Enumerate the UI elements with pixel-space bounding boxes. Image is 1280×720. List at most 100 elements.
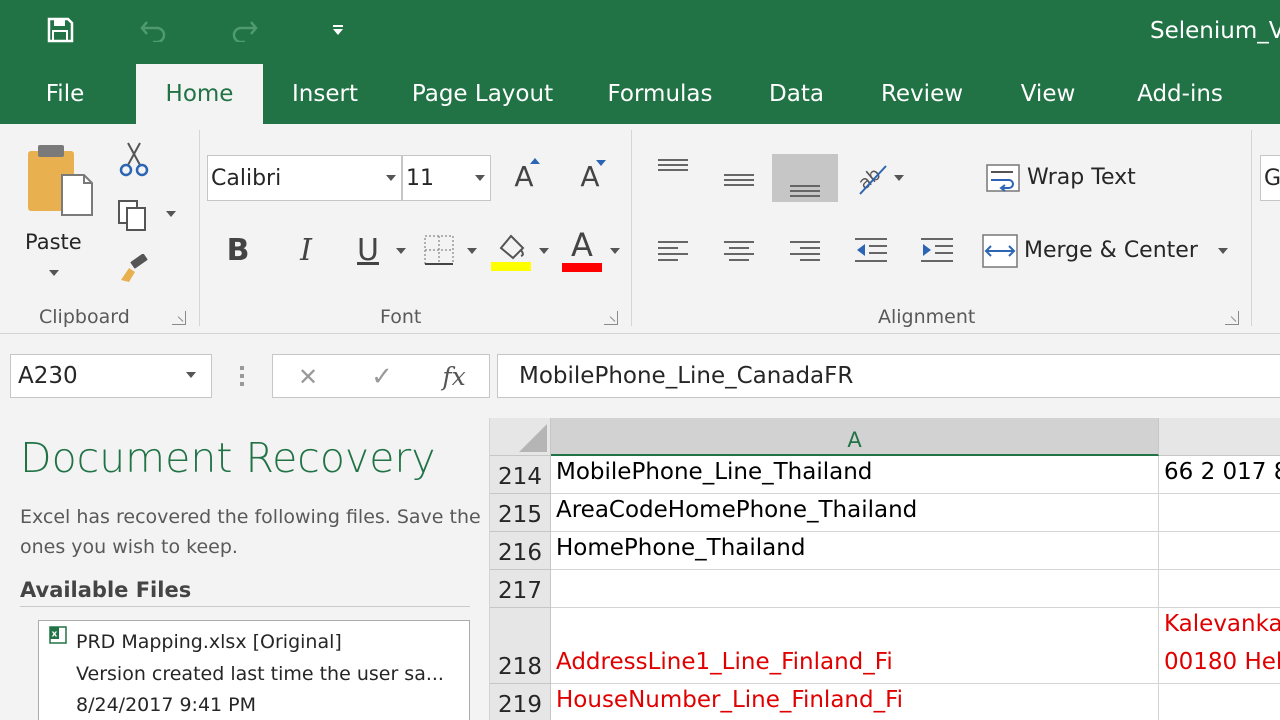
number-format-value: G (1264, 165, 1280, 191)
paste-icon[interactable] (20, 140, 100, 220)
clipboard-launcher-icon[interactable] (172, 311, 186, 325)
tab-data[interactable]: Data (760, 64, 833, 124)
formula-bar-grip[interactable] (240, 366, 244, 386)
align-center-icon[interactable] (718, 237, 760, 265)
decrease-indent-icon[interactable] (850, 235, 892, 267)
wrap-text-label[interactable]: Wrap Text (1027, 165, 1136, 190)
customize-quick-access-icon[interactable] (318, 10, 358, 50)
cancel-button[interactable]: ✕ (292, 362, 324, 392)
cell-a218[interactable]: AddressLine1_Line_Finland_Fi (551, 608, 1159, 684)
cell-b216[interactable] (1159, 532, 1280, 570)
copy-dropdown-icon[interactable] (166, 211, 176, 217)
tab-add-ins[interactable]: Add-ins (1124, 64, 1236, 124)
wrap-text-icon[interactable] (984, 160, 1024, 196)
underline-dropdown-icon[interactable] (396, 248, 406, 254)
recovery-title: Document Recovery (20, 434, 436, 482)
paste-dropdown-icon[interactable] (49, 270, 59, 276)
save-icon[interactable] (40, 10, 80, 50)
format-painter-icon[interactable] (114, 250, 154, 288)
font-launcher-icon[interactable] (604, 311, 618, 325)
decrease-font-size-button[interactable]: A (572, 156, 608, 196)
tab-formulas[interactable]: Formulas (596, 64, 724, 124)
name-box[interactable]: A230 (10, 354, 212, 398)
tab-file[interactable]: File (26, 64, 104, 124)
merge-center-dropdown-icon[interactable] (1218, 248, 1228, 254)
select-all-button[interactable] (490, 418, 551, 456)
insert-function-button[interactable]: fx (436, 360, 472, 392)
up-arrow-icon (530, 158, 540, 164)
orientation-icon[interactable]: ab (852, 158, 896, 198)
clipboard-group-label: Clipboard (39, 306, 130, 328)
enter-button[interactable]: ✓ (366, 362, 398, 392)
bold-button[interactable]: B (220, 230, 256, 270)
tab-home[interactable]: Home (136, 64, 263, 124)
divider (20, 606, 470, 607)
undo-icon[interactable] (133, 10, 173, 50)
fill-color-dropdown-icon[interactable] (539, 248, 549, 254)
cell-a219[interactable]: HouseNumber_Line_Finland_Fi (551, 684, 1159, 720)
row-header-219[interactable]: 219 (490, 684, 551, 720)
tab-view[interactable]: View (1010, 64, 1086, 124)
cell-a215[interactable]: AreaCodeHomePhone_Thailand (551, 494, 1159, 532)
font-color-button[interactable]: A (562, 226, 602, 272)
column-header-a[interactable]: A (551, 418, 1159, 456)
bottom-align-button[interactable] (772, 154, 838, 202)
paste-label[interactable]: Paste (25, 230, 82, 254)
increase-font-size-button[interactable]: A (506, 156, 542, 196)
cell-a214[interactable]: MobilePhone_Line_Thailand (551, 456, 1159, 494)
italic-button[interactable]: I (288, 230, 324, 270)
row-header-214[interactable]: 214 (490, 456, 551, 494)
down-arrow-icon (596, 160, 606, 166)
font-color-swatch (562, 263, 602, 272)
cell-b218[interactable]: Kalevanka 00180 Hel (1159, 608, 1280, 684)
row-header-215[interactable]: 215 (490, 494, 551, 532)
font-name-combo[interactable]: Calibri (207, 155, 402, 201)
fill-color-icon[interactable] (491, 230, 531, 272)
available-files-heading: Available Files (20, 578, 192, 602)
cut-icon[interactable] (114, 140, 154, 178)
recovered-file-detail: Version created last time the user sa... (76, 663, 444, 685)
alignment-launcher-icon[interactable] (1225, 311, 1239, 325)
row-header-216[interactable]: 216 (490, 532, 551, 570)
underline-button[interactable]: U (350, 230, 386, 270)
copy-icon[interactable] (112, 196, 152, 234)
formula-input[interactable]: MobilePhone_Line_CanadaFR (497, 354, 1280, 398)
merge-center-label[interactable]: Merge & Center (1024, 238, 1198, 263)
borders-dropdown-icon[interactable] (467, 248, 477, 254)
ribbon-separator (1251, 130, 1252, 326)
font-name-dropdown-icon[interactable] (386, 175, 396, 181)
orientation-dropdown-icon[interactable] (894, 175, 904, 181)
tab-review[interactable]: Review (872, 64, 972, 124)
cell-b217[interactable] (1159, 570, 1280, 608)
top-align-icon[interactable] (652, 155, 694, 183)
cell-b219[interactable] (1159, 684, 1280, 720)
font-color-glyph: A (571, 226, 593, 264)
cell-a219-text: HouseNumber_Line_Finland_Fi (556, 687, 904, 713)
row-header-218[interactable]: 218 (490, 608, 551, 684)
align-right-icon[interactable] (784, 237, 826, 265)
number-format-combo[interactable]: G (1260, 155, 1280, 201)
ribbon-separator (199, 130, 200, 326)
ribbon (0, 124, 1280, 334)
cell-a217[interactable] (551, 570, 1159, 608)
tab-insert[interactable]: Insert (281, 64, 369, 124)
borders-icon[interactable] (421, 232, 457, 268)
font-group-label: Font (380, 306, 422, 328)
window-title: Selenium_Va (1150, 18, 1280, 44)
align-left-icon[interactable] (652, 237, 694, 265)
ribbon-separator (631, 130, 632, 326)
row-header-217[interactable]: 217 (490, 570, 551, 608)
name-box-dropdown-icon[interactable] (186, 372, 196, 378)
merge-center-icon[interactable] (980, 232, 1020, 270)
tab-page-layout[interactable]: Page Layout (404, 64, 561, 124)
column-header-b[interactable] (1159, 418, 1280, 456)
increase-indent-icon[interactable] (916, 235, 958, 267)
font-color-dropdown-icon[interactable] (610, 248, 620, 254)
font-size-dropdown-icon[interactable] (475, 175, 485, 181)
cell-a216[interactable]: HomePhone_Thailand (551, 532, 1159, 570)
middle-align-icon[interactable] (718, 166, 760, 194)
cell-b215[interactable] (1159, 494, 1280, 532)
cell-b214[interactable]: 66 2 017 8 (1159, 456, 1280, 494)
svg-text:x: x (52, 630, 58, 640)
redo-icon[interactable] (225, 10, 265, 50)
